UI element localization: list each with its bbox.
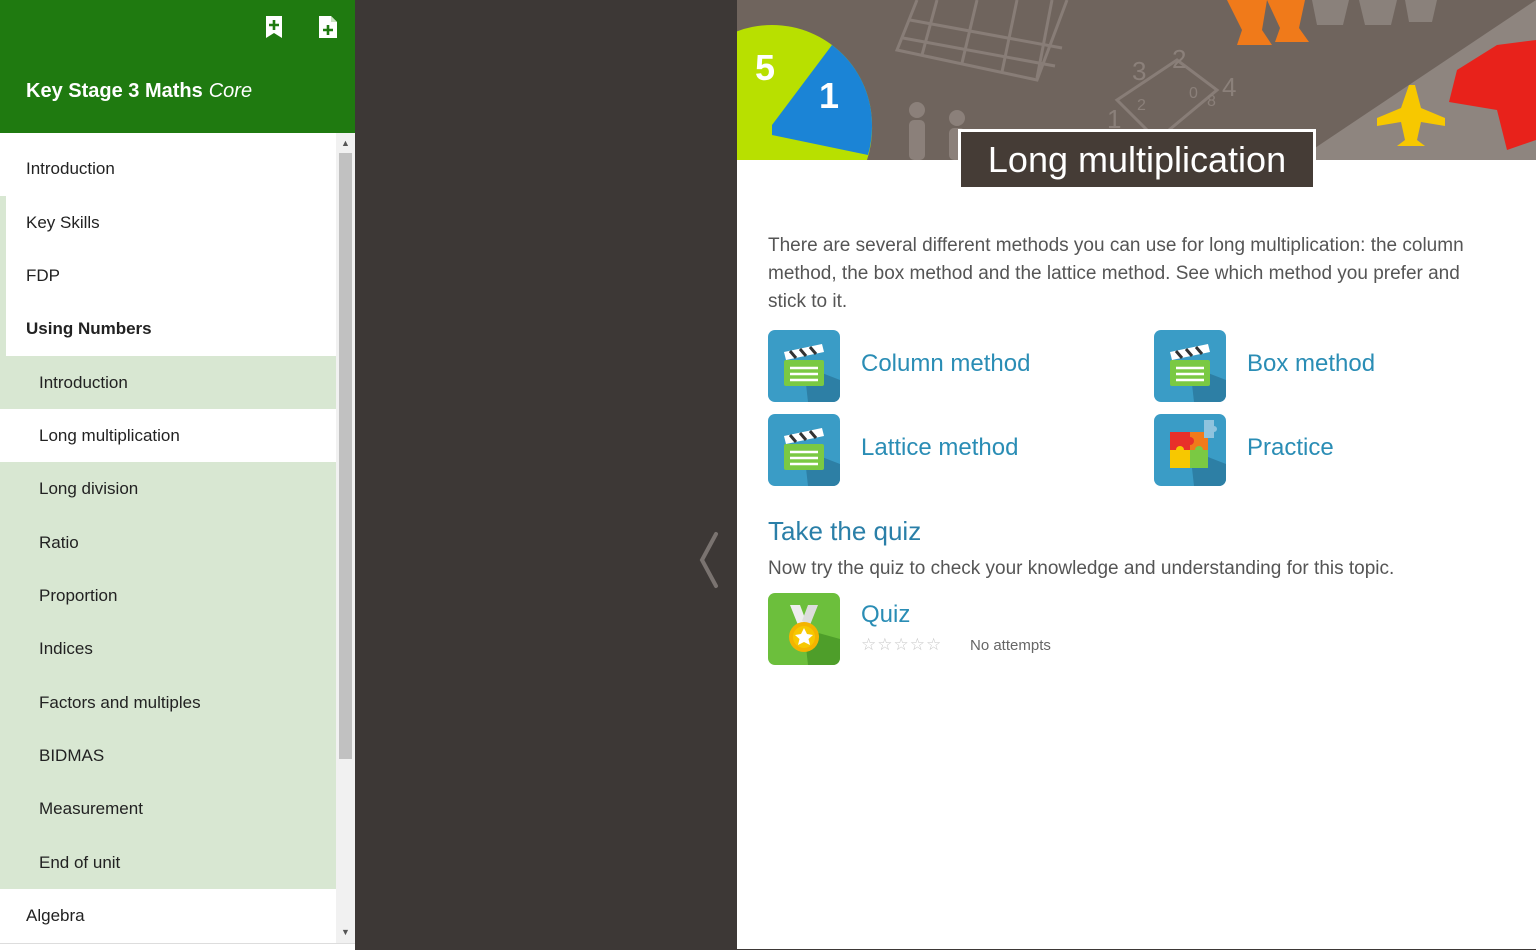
nav-item-algebra[interactable]: Algebra	[0, 889, 336, 943]
quiz-heading: Take the quiz	[768, 516, 922, 546]
page-title-box: Long multiplication	[958, 129, 1316, 187]
file-add-icon[interactable]	[316, 14, 340, 40]
nav-subitem-long-division[interactable]: Long division	[0, 462, 336, 516]
nav-subitem-ratio[interactable]: Ratio	[0, 516, 336, 569]
resource-column-method[interactable]: Column method	[768, 330, 1108, 402]
nav-item-key-skills[interactable]: Key Skills	[6, 196, 336, 249]
quiz-attempts: No attempts	[970, 637, 1051, 654]
video-clapper-icon	[768, 330, 840, 402]
nav-subitem-indices[interactable]: Indices	[0, 622, 336, 676]
nav-item-fdp[interactable]: FDP	[6, 249, 336, 302]
resource-practice[interactable]: Practice	[1154, 414, 1494, 486]
nav-item-label: End of unit	[39, 852, 121, 872]
star-rating: ☆☆☆☆☆	[861, 635, 943, 654]
banner-grid-number: 4	[1222, 72, 1236, 102]
banner-grid-number: 2	[1137, 97, 1146, 114]
quiz-label: Quiz	[861, 601, 911, 628]
nav-item-label: Ratio	[39, 532, 79, 552]
resource-label: Column method	[861, 350, 1031, 377]
nav-item-label: Introduction	[26, 159, 115, 178]
nav-item-label: Measurement	[39, 799, 143, 818]
sidebar-scrollbar[interactable]: ▲ ▼	[336, 133, 355, 943]
nav-item-label: Long division	[39, 479, 139, 498]
banner-pie-number: 5	[755, 47, 775, 88]
banner-pie-number: 1	[819, 75, 839, 116]
nav-list: Introduction Key Skills FDP Using Number…	[0, 142, 336, 943]
banner-grid-number: 8	[1207, 93, 1216, 110]
course-name: Key Stage 3 Maths	[26, 80, 203, 102]
course-level: Core	[208, 80, 253, 102]
nav-item-label: Key Skills	[26, 212, 100, 232]
course-title: Key Stage 3 Maths Core	[26, 80, 252, 103]
scroll-thumb[interactable]	[339, 153, 352, 759]
resource-lattice-method[interactable]: Lattice method	[768, 414, 1108, 486]
sidebar: Key Stage 3 Maths Core Introduction Key S…	[0, 0, 355, 950]
nav-item-label: FDP	[26, 265, 60, 285]
nav-item-label: Algebra	[26, 906, 85, 925]
banner-grid-number: 2	[1172, 44, 1186, 74]
collapse-panel-chevron-icon[interactable]	[692, 528, 726, 592]
resource-box-method[interactable]: Box method	[1154, 330, 1494, 402]
resource-label: Lattice method	[861, 434, 1019, 461]
bookmark-add-icon[interactable]	[262, 14, 286, 40]
nav-item-label: Using Numbers	[26, 319, 152, 338]
nav-item-label: Proportion	[39, 585, 118, 605]
nav-subitem-factors-and-multiples[interactable]: Factors and multiples	[0, 676, 336, 729]
nav-item-label: Factors and multiples	[39, 692, 201, 712]
nav-subitem-proportion[interactable]: Proportion	[0, 569, 336, 622]
resource-label: Box method	[1247, 350, 1376, 377]
nav-subitem-bidmas[interactable]: BIDMAS	[0, 729, 336, 782]
puzzle-icon	[1154, 414, 1226, 486]
medal-icon	[768, 593, 840, 665]
banner-grid-number: 3	[1132, 56, 1146, 86]
page-title: Long multiplication	[987, 139, 1287, 180]
nav-item-label: Indices	[39, 639, 93, 658]
nav-subitem-measurement[interactable]: Measurement	[0, 782, 336, 836]
nav-item-introduction[interactable]: Introduction	[0, 142, 336, 196]
video-clapper-icon	[768, 414, 840, 486]
quiz-link[interactable]: Quiz ☆☆☆☆☆ No attempts	[768, 593, 1168, 665]
banner-grid-number: 0	[1189, 85, 1198, 102]
resource-label: Practice	[1247, 434, 1334, 461]
nav-item-label: Introduction	[39, 372, 128, 392]
nav-subitem-end-of-unit[interactable]: End of unit	[0, 836, 336, 889]
scroll-down-arrow-icon[interactable]: ▼	[336, 924, 355, 940]
course-header: Key Stage 3 Maths Core	[0, 0, 355, 133]
nav-subitem-long-multiplication[interactable]: Long multiplication	[0, 409, 336, 462]
quiz-description: Now try the quiz to check your knowledge…	[768, 558, 1395, 579]
scroll-up-arrow-icon[interactable]: ▲	[336, 135, 355, 151]
nav-item-using-numbers[interactable]: Using Numbers	[6, 302, 336, 356]
video-clapper-icon	[1154, 330, 1226, 402]
intro-text: There are several different methods you …	[768, 235, 1464, 312]
nav-item-label: Long multiplication	[39, 425, 180, 445]
nav-subitem-introduction[interactable]: Introduction	[0, 356, 336, 409]
nav-item-label: BIDMAS	[39, 745, 105, 765]
